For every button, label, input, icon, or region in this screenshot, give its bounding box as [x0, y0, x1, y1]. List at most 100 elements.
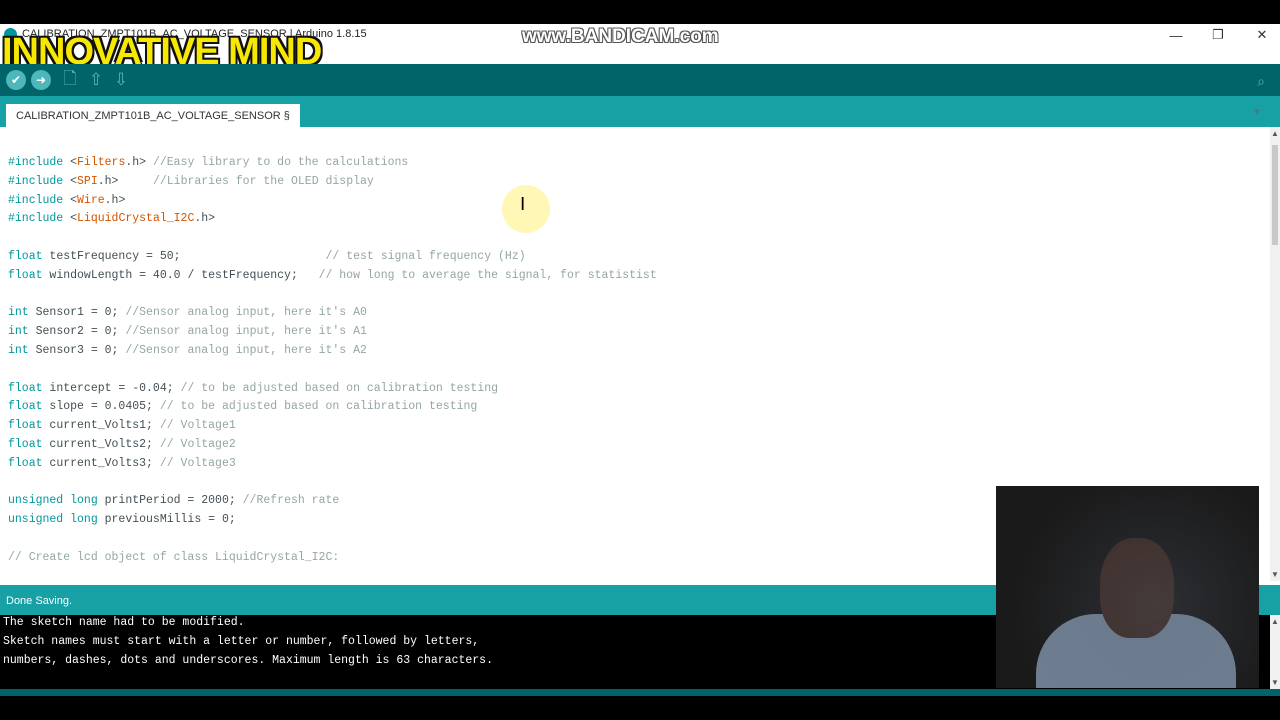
code-text: printPeriod = 2000;: [97, 494, 243, 508]
new-file-icon: 🗋: [63, 68, 77, 88]
code-keyword: float: [8, 438, 43, 451]
code-keyword: float: [8, 419, 43, 433]
chevron-down-icon: ▼: [1252, 107, 1262, 118]
code-line: unsigned long printPeriod = 2000; //Refr…: [8, 491, 339, 510]
code-identifier: SPI: [77, 174, 98, 188]
code-line: int Sensor2 = 0; //Sensor analog input, …: [8, 322, 367, 341]
console-scroll-up-icon[interactable]: ▲: [1270, 617, 1280, 626]
console-scrollbar[interactable]: ▲ ▼: [1270, 615, 1280, 689]
code-keyword: float: [8, 456, 43, 470]
code-line: float testFrequency = 50; // test signal…: [8, 247, 526, 266]
code-text: <: [63, 156, 78, 169]
code-line: float current_Volts2; // Voltage2: [8, 435, 236, 454]
new-sketch-button[interactable]: 🗋: [60, 69, 80, 90]
restore-button[interactable]: ❐: [1196, 24, 1240, 46]
code-text: .h>: [97, 174, 153, 188]
code-line: float current_Volts3; // Voltage3: [8, 454, 236, 473]
open-sketch-button[interactable]: ⇧: [86, 70, 106, 90]
code-comment: // to be adjusted based on calibration t…: [180, 381, 498, 395]
code-keyword: #include: [8, 193, 64, 207]
tab-sketch[interactable]: CALIBRATION_ZMPT101B_AC_VOLTAGE_SENSOR §: [6, 104, 300, 127]
code-text: Sensor1 = 0;: [28, 306, 126, 320]
code-comment: // how long to average the signal, for s…: [318, 268, 657, 282]
code-line: float windowLength = 40.0 / testFrequenc…: [8, 266, 657, 285]
code-identifier: LiquidCrystal_I2C: [77, 212, 195, 226]
scroll-down-icon[interactable]: ▼: [1270, 570, 1280, 579]
code-comment: //Sensor analog input, here it's A0: [125, 306, 367, 320]
editor-scroll-thumb[interactable]: [1272, 145, 1278, 245]
code-keyword: float: [8, 381, 43, 395]
tab-menu-button[interactable]: ▼: [1252, 107, 1262, 118]
close-icon: ✕: [1256, 27, 1268, 42]
code-comment: // Voltage1: [159, 419, 236, 433]
code-text: <: [63, 212, 78, 226]
cursor-highlight: [502, 185, 550, 233]
code-text: <: [63, 193, 78, 207]
code-line: #include <Wire.h>: [8, 191, 125, 210]
console-scroll-down-icon[interactable]: ▼: [1270, 678, 1280, 687]
minimize-icon: —: [1169, 27, 1183, 43]
code-keyword: #include: [8, 156, 64, 169]
checkmark-icon: ✔: [10, 73, 22, 87]
code-comment: //Libraries for the OLED display: [152, 174, 374, 188]
code-keyword: int: [8, 344, 29, 357]
arrow-right-icon: ➜: [35, 73, 47, 87]
code-keyword: float: [8, 400, 43, 414]
code-keyword: unsigned long: [8, 513, 98, 527]
code-text: <: [63, 174, 78, 188]
status-text: Done Saving.: [6, 595, 73, 607]
code-line: int Sensor3 = 0; //Sensor analog input, …: [8, 341, 367, 360]
upload-button[interactable]: ➜: [31, 70, 51, 90]
code-text: current_Volts1;: [42, 419, 160, 433]
webcam-overlay: [996, 486, 1259, 688]
code-text: .h>: [194, 212, 216, 226]
code-text: windowLength = 40.0 / testFrequency;: [42, 268, 298, 282]
code-line: float current_Volts1; // Voltage1: [8, 416, 236, 435]
code-identifier: Wire: [77, 193, 105, 207]
code-text: current_Volts2;: [42, 438, 160, 451]
code-line: float slope = 0.0405; // to be adjusted …: [8, 397, 477, 416]
code-text: slope = 0.0405;: [42, 400, 160, 414]
code-text: Sensor3 = 0;: [28, 344, 126, 357]
code-line: #include <SPI.h> //Libraries for the OLE…: [8, 172, 374, 191]
verify-button[interactable]: ✔: [6, 70, 26, 90]
bandicam-watermark: www.BANDICAM.com: [522, 26, 719, 47]
magnifier-icon: ⌕: [1257, 72, 1265, 89]
code-text: current_Volts3;: [42, 456, 160, 470]
console-line: numbers, dashes, dots and underscores. M…: [3, 654, 493, 667]
code-comment: //Sensor analog input, here it's A1: [125, 325, 367, 339]
code-line: int Sensor1 = 0; //Sensor analog input, …: [8, 303, 367, 322]
code-comment: // Voltage3: [159, 456, 236, 470]
editor-scrollbar[interactable]: ▲ ▼: [1270, 127, 1280, 581]
save-sketch-button[interactable]: ⇩: [111, 70, 131, 90]
restore-icon: ❐: [1212, 27, 1224, 42]
code-comment: //Refresh rate: [242, 494, 340, 508]
code-keyword: float: [8, 268, 43, 282]
code-comment: // Voltage2: [159, 438, 236, 451]
console-line: Sketch names must start with a letter or…: [3, 635, 480, 648]
code-keyword: float: [8, 250, 43, 263]
code-text: testFrequency = 50;: [42, 250, 181, 263]
bottom-bar: [0, 689, 1280, 696]
code-line: #include <LiquidCrystal_I2C.h>: [8, 209, 215, 228]
code-comment: // test signal frequency (Hz): [325, 250, 526, 263]
close-button[interactable]: ✕: [1240, 24, 1280, 46]
webcam-glow: [996, 486, 1259, 688]
code-text: intercept = -0.04;: [42, 381, 181, 395]
code-line: #include <Filters.h> //Easy library to d…: [8, 153, 408, 172]
code-line: unsigned long previousMillis = 0;: [8, 510, 236, 529]
toolbar: ✔ ➜ 🗋 ⇧ ⇩ ⌕: [0, 64, 1280, 96]
scroll-up-icon[interactable]: ▲: [1270, 129, 1280, 138]
code-keyword: #include: [8, 174, 64, 188]
code-comment: // to be adjusted based on calibration t…: [159, 400, 478, 414]
code-text: .h>: [104, 193, 126, 207]
code-comment: //Sensor analog input, here it's A2: [125, 344, 367, 357]
console-line: The sketch name had to be modified.: [3, 616, 245, 629]
tab-bar: CALIBRATION_ZMPT101B_AC_VOLTAGE_SENSOR §…: [0, 96, 1280, 127]
title-bar: CALIBRATION_ZMPT101B_AC_VOLTAGE_SENSOR |…: [0, 24, 1280, 71]
code-keyword: #include: [8, 212, 64, 226]
minimize-button[interactable]: —: [1154, 24, 1198, 46]
code-comment: //Easy library to do the calculations: [152, 156, 409, 169]
serial-monitor-button[interactable]: ⌕: [1252, 72, 1270, 90]
